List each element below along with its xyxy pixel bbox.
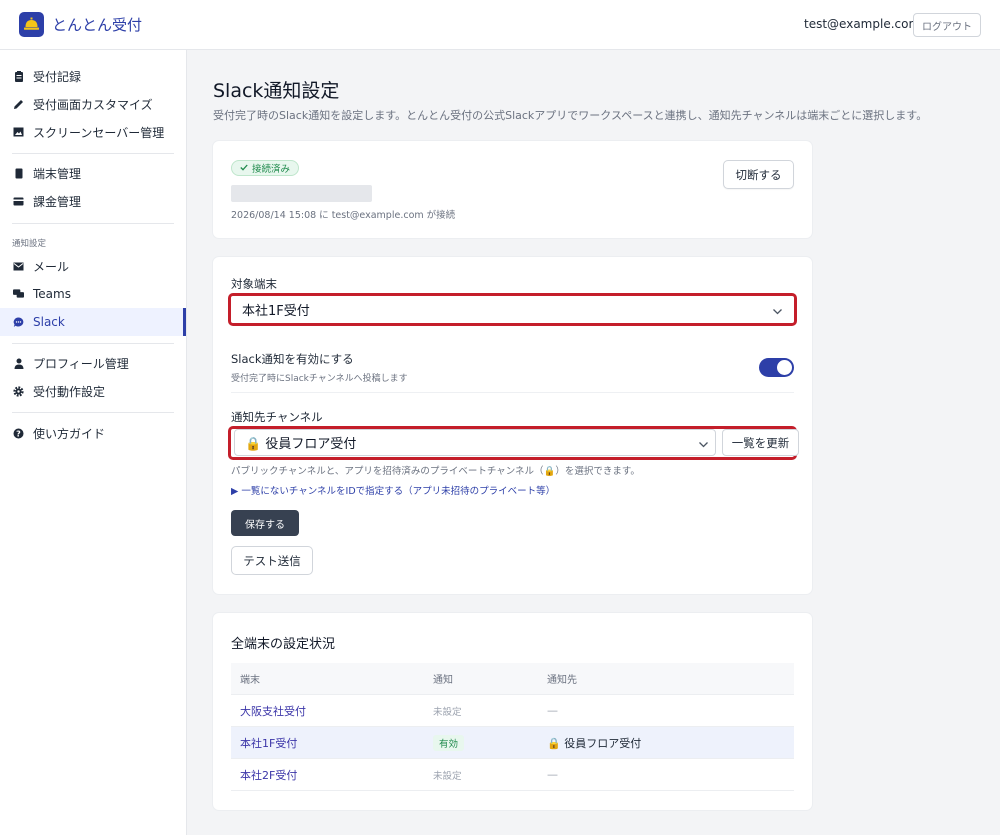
notify-status: 未設定 xyxy=(433,706,462,718)
table-row: 本社2F受付 未設定 — xyxy=(231,759,794,791)
slack-enable-label: Slack通知を有効にする xyxy=(231,352,354,366)
channel-value: — xyxy=(547,768,558,781)
image-icon xyxy=(13,127,24,138)
sidebar-item-customize[interactable]: 受付画面カスタマイズ xyxy=(0,90,186,118)
sidebar-item-profile[interactable]: プロフィール管理 xyxy=(0,349,186,377)
slack-chat-icon xyxy=(13,317,24,328)
person-icon xyxy=(13,358,24,369)
sidebar-item-label: 受付記録 xyxy=(33,69,82,84)
table-row: 本社1F受付 有効 🔒 役員フロア受付 xyxy=(231,727,794,759)
table-header: 端末 通知 通知先 xyxy=(231,663,794,695)
sidebar-item-label: Teams xyxy=(33,287,71,301)
channel-select-value: 🔒 役員フロア受付 xyxy=(245,437,357,452)
sidebar-item-guide[interactable]: ? 使い方ガイド xyxy=(0,419,186,447)
channel-select-highlight: 🔒 役員フロア受付 一覧を更新 xyxy=(228,426,799,460)
test-send-button[interactable]: テスト送信 xyxy=(231,546,313,575)
tablet-icon xyxy=(13,168,24,179)
device-select-value: 本社1F受付 xyxy=(242,304,310,319)
slack-enable-toggle[interactable] xyxy=(759,358,794,377)
pencil-icon xyxy=(13,99,24,110)
nav-divider xyxy=(12,153,174,154)
sidebar-item-reception-log[interactable]: 受付記録 xyxy=(0,62,186,90)
help-icon: ? xyxy=(13,428,24,439)
status-table-title: 全端末の設定状況 xyxy=(231,637,336,652)
refresh-channels-button[interactable]: 一覧を更新 xyxy=(722,429,799,456)
device-select-label: 対象端末 xyxy=(231,277,277,291)
sidebar-item-label: 課金管理 xyxy=(33,194,82,209)
sidebar-item-label: 受付動作設定 xyxy=(33,384,106,399)
channel-help-text: パブリックチャンネルと、アプリを招待済みのプライベートチャンネル（🔒）を選択でき… xyxy=(231,466,640,477)
sidebar: 受付記録 受付画面カスタマイズ スクリーンセーバー管理 端末管理 課金管理 通知… xyxy=(0,50,187,835)
chevron-down-icon xyxy=(772,305,783,319)
channel-value: — xyxy=(547,704,558,717)
sidebar-item-label: 端末管理 xyxy=(33,166,82,181)
chevron-down-icon xyxy=(698,438,709,452)
bell-logo-icon xyxy=(19,12,44,37)
nav-divider xyxy=(12,343,174,344)
sidebar-item-label: Slack xyxy=(33,315,65,329)
settings-card: 対象端末 本社1F受付 Slack通知を有効にする 受付完了時にSlackチャン… xyxy=(213,257,812,594)
status-card: 全端末の設定状況 端末 通知 通知先 大阪支社受付 未設定 — 本社1F受付 有… xyxy=(213,613,812,810)
divider xyxy=(231,392,794,393)
sidebar-item-teams[interactable]: Teams xyxy=(0,280,186,308)
connection-card: 接続済み 2026/08/14 15:08 に test@example.com… xyxy=(213,141,812,238)
nav-divider xyxy=(12,412,174,413)
connected-badge: 接続済み xyxy=(231,160,300,176)
sidebar-item-mail[interactable]: メール xyxy=(0,252,186,280)
app-title[interactable]: とんとん受付 xyxy=(52,14,142,35)
connected-status-text: 接続済み xyxy=(252,164,291,175)
notify-status: 未設定 xyxy=(433,770,462,782)
save-button[interactable]: 保存する xyxy=(231,510,299,536)
credit-card-icon xyxy=(13,196,24,207)
page-description: 受付完了時のSlack通知を設定します。とんとん受付の公式Slackアプリでワー… xyxy=(213,109,928,122)
column-header-notify: 通知 xyxy=(433,675,453,686)
device-link[interactable]: 大阪支社受付 xyxy=(240,705,306,718)
column-header-channel: 通知先 xyxy=(547,675,577,686)
connected-info: 2026/08/14 15:08 に test@example.com が接続 xyxy=(231,210,456,221)
status-table: 端末 通知 通知先 大阪支社受付 未設定 — 本社1F受付 有効 🔒 役員フロア… xyxy=(231,663,794,791)
sidebar-item-label: スクリーンセーバー管理 xyxy=(33,125,165,140)
sidebar-item-behavior-settings[interactable]: 受付動作設定 xyxy=(0,377,186,405)
sidebar-item-screensaver[interactable]: スクリーンセーバー管理 xyxy=(0,118,186,146)
sidebar-item-devices[interactable]: 端末管理 xyxy=(0,159,186,187)
channel-value: 🔒 役員フロア受付 xyxy=(547,736,642,750)
logout-button[interactable]: ログアウト xyxy=(913,13,981,37)
sidebar-item-label: 受付画面カスタマイズ xyxy=(33,97,153,112)
device-link[interactable]: 本社2F受付 xyxy=(240,769,297,782)
workspace-name-placeholder xyxy=(231,185,372,202)
device-select[interactable]: 本社1F受付 xyxy=(228,293,797,326)
sidebar-item-label: プロフィール管理 xyxy=(33,356,129,371)
nav-divider xyxy=(12,223,174,224)
sidebar-item-label: 使い方ガイド xyxy=(33,426,106,441)
toggle-knob xyxy=(777,360,792,375)
channel-select-label: 通知先チャンネル xyxy=(231,410,323,424)
gear-icon xyxy=(13,385,24,397)
chat-icon xyxy=(13,289,24,300)
page-title: Slack通知設定 xyxy=(213,80,340,102)
table-row: 大阪支社受付 未設定 — xyxy=(231,695,794,727)
svg-text:?: ? xyxy=(16,429,21,438)
specify-channel-id-disclosure[interactable]: ▶ 一覧にないチャンネルをIDで指定する（アプリ未招待のプライベート等） xyxy=(231,483,555,497)
slack-enable-description: 受付完了時にSlackチャンネルへ投稿します xyxy=(231,374,408,384)
user-email: test@example.com xyxy=(804,17,921,31)
nav-section-notifications: 通知設定 xyxy=(12,239,47,249)
mail-icon xyxy=(13,261,24,272)
sidebar-item-label: メール xyxy=(33,259,70,274)
sidebar-item-slack[interactable]: Slack xyxy=(0,308,186,336)
channel-select[interactable]: 🔒 役員フロア受付 xyxy=(234,429,716,456)
clipboard-icon xyxy=(13,70,24,82)
sidebar-item-billing[interactable]: 課金管理 xyxy=(0,187,186,215)
check-icon xyxy=(240,163,248,174)
column-header-device: 端末 xyxy=(240,675,260,686)
notify-status-badge: 有効 xyxy=(433,734,465,751)
device-link[interactable]: 本社1F受付 xyxy=(240,737,297,750)
app-header: とんとん受付 test@example.com ログアウト xyxy=(0,0,1000,50)
disconnect-button[interactable]: 切断する xyxy=(723,160,794,189)
